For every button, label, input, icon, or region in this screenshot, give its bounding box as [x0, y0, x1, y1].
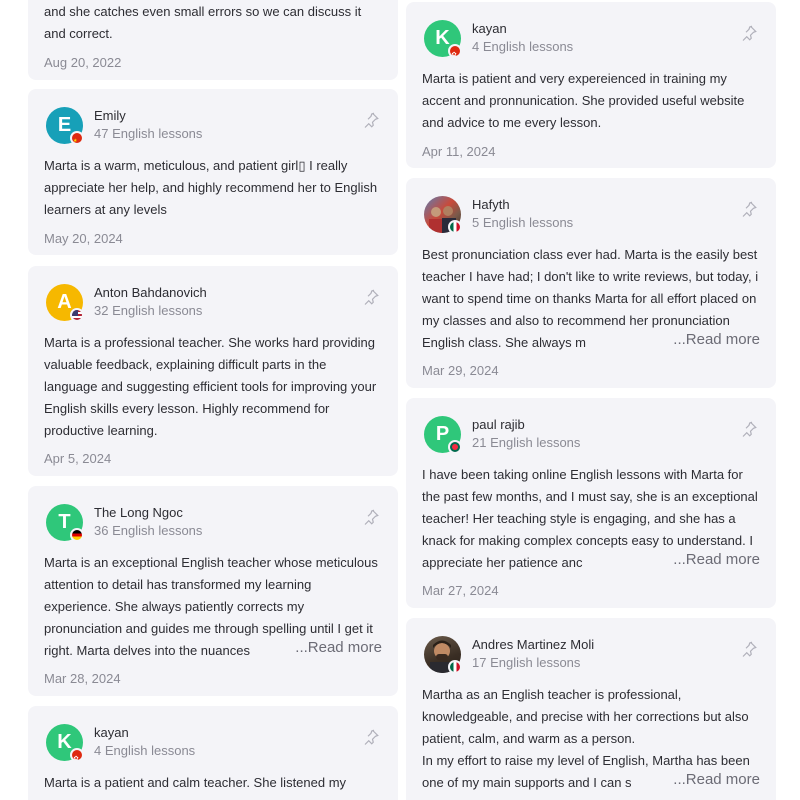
- lesson-count: 4 English lessons: [472, 39, 574, 54]
- flag-germany-icon: [70, 528, 84, 542]
- flag-bangladesh-icon: [448, 440, 462, 454]
- read-more-link[interactable]: ...Read more: [657, 771, 760, 788]
- reviewer-name[interactable]: Emily: [94, 108, 126, 123]
- avatar-initial: P: [435, 423, 450, 445]
- reviewer-name[interactable]: kayan: [94, 725, 129, 740]
- pin-icon[interactable]: [362, 508, 380, 526]
- reviewer-name[interactable]: paul rajib: [472, 417, 525, 432]
- lesson-count: 36 English lessons: [94, 523, 203, 538]
- review-date: Aug 20, 2022: [44, 55, 122, 70]
- pin-icon[interactable]: [362, 288, 380, 306]
- avatar-initial: K: [435, 27, 450, 49]
- review-text: Marta is a professional teacher. She wor…: [44, 335, 377, 438]
- review-text: Marta is a patient and calm teacher. She…: [44, 775, 347, 790]
- review-text: Marta is patient and very expereienced i…: [422, 71, 745, 130]
- lesson-count: 32 English lessons: [94, 303, 203, 318]
- review-card: and she catches even small errors so we …: [28, 0, 398, 80]
- lesson-count: 17 English lessons: [472, 655, 581, 670]
- flag-hongkong-icon: ✿: [448, 44, 462, 58]
- reviewer-name[interactable]: Andres Martinez Moli: [472, 637, 594, 652]
- pin-icon[interactable]: [740, 420, 758, 438]
- flag-china-icon: ★: [70, 131, 84, 145]
- avatar-initial: K: [57, 731, 72, 753]
- read-more-link[interactable]: ...Read more: [657, 331, 760, 348]
- review-card: Hafyth 5 English lessons Best pronunciat…: [406, 178, 776, 388]
- review-card: K ✿ kayan 4 English lessons Marta is pat…: [406, 2, 776, 168]
- pin-icon[interactable]: [740, 24, 758, 42]
- avatar-initial: A: [57, 291, 72, 313]
- lesson-count: 21 English lessons: [472, 435, 581, 450]
- reviewer-name[interactable]: The Long Ngoc: [94, 505, 183, 520]
- svg-text:★: ★: [73, 138, 78, 144]
- flag-mexico-icon: [448, 660, 462, 674]
- review-date: Apr 5, 2024: [44, 451, 112, 466]
- lesson-count: 4 English lessons: [94, 743, 196, 758]
- pin-icon[interactable]: [362, 728, 380, 746]
- review-card: Andres Martinez Moli 17 English lessons …: [406, 618, 776, 800]
- review-date: Mar 28, 2024: [44, 671, 121, 686]
- review-date: Mar 27, 2024: [422, 583, 499, 598]
- review-date: Mar 29, 2024: [422, 363, 499, 378]
- reviewer-name[interactable]: Anton Bahdanovich: [94, 285, 207, 300]
- read-more-link[interactable]: ...Read more: [279, 639, 382, 656]
- lesson-count: 5 English lessons: [472, 215, 574, 230]
- review-text: Marta is a warm, meticulous, and patient…: [44, 158, 378, 217]
- flag-usa-icon: [70, 308, 84, 322]
- review-card: K ✿ kayan 4 English lessons Marta is a p…: [28, 706, 398, 800]
- svg-text:✿: ✿: [452, 51, 457, 58]
- review-date: Apr 11, 2024: [422, 144, 496, 159]
- flag-hongkong-icon: ✿: [70, 748, 84, 762]
- review-card: T The Long Ngoc 36 English lessons Marta…: [28, 486, 398, 696]
- pin-icon[interactable]: [740, 640, 758, 658]
- read-more-link[interactable]: ...Read more: [657, 551, 760, 568]
- svg-text:✿: ✿: [74, 755, 79, 762]
- review-text: and she catches even small errors so we …: [44, 4, 362, 41]
- reviewer-name[interactable]: kayan: [472, 21, 507, 36]
- review-card: E ★ Emily 47 English lessons Marta is a …: [28, 89, 398, 255]
- avatar-initial: T: [58, 511, 71, 533]
- lesson-count: 47 English lessons: [94, 126, 203, 141]
- reviewer-name[interactable]: Hafyth: [472, 197, 510, 212]
- review-date: May 20, 2024: [44, 231, 123, 246]
- pin-icon[interactable]: [362, 111, 380, 129]
- review-card: P paul rajib 21 English lessons I have b…: [406, 398, 776, 608]
- review-card: A Anton Bahdanovich 32 English lessons M…: [28, 266, 398, 476]
- pin-icon[interactable]: [740, 200, 758, 218]
- flag-mexico-icon: [448, 220, 462, 234]
- avatar-initial: E: [57, 114, 72, 136]
